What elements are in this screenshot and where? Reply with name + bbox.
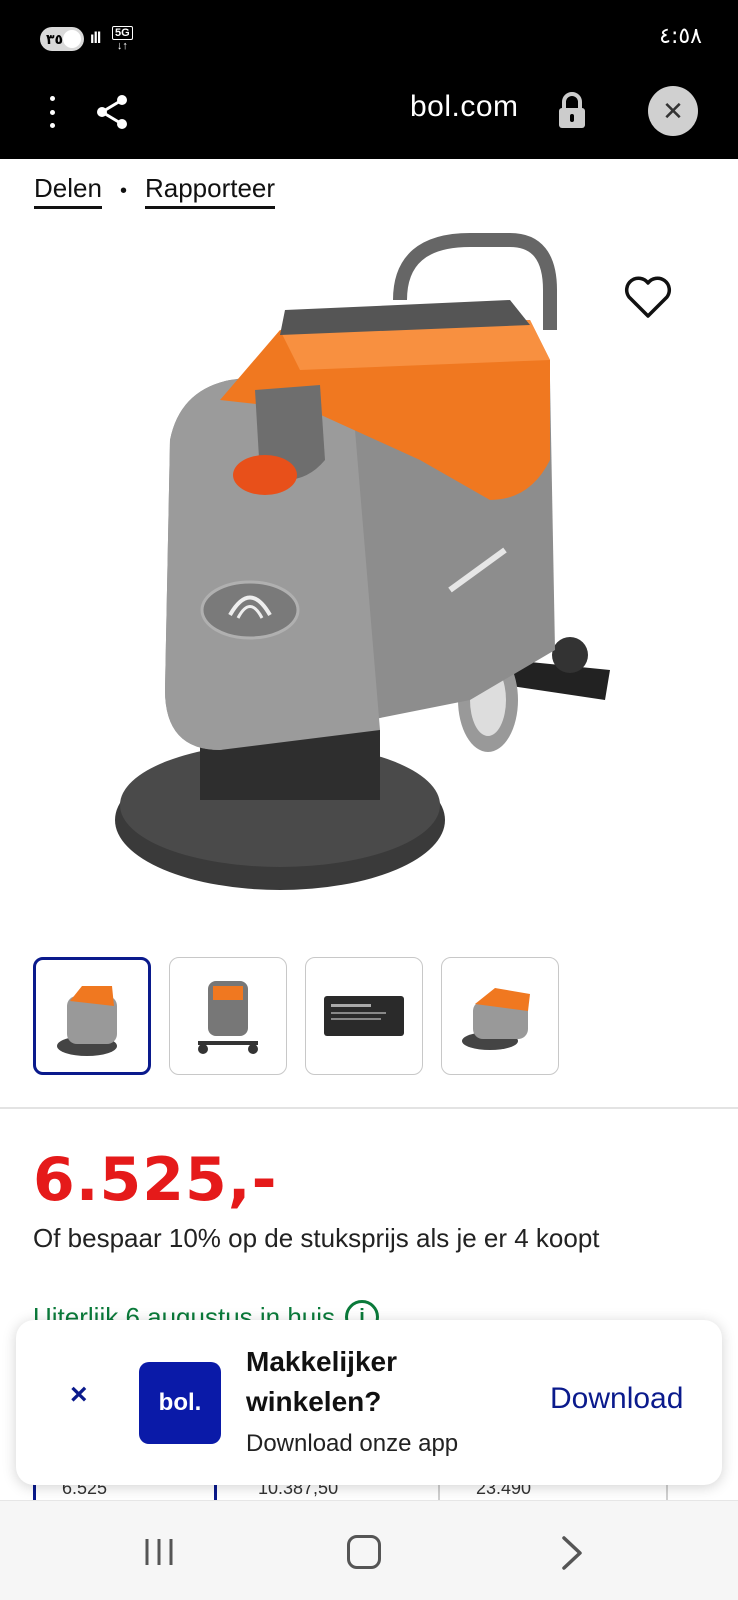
thumbnail-3[interactable] (305, 957, 423, 1075)
recent-apps-icon[interactable] (142, 1537, 176, 1567)
close-icon: ✕ (662, 95, 684, 126)
back-icon[interactable] (558, 1535, 586, 1571)
share-report-links: Delen • Rapporteer (34, 173, 276, 209)
banner-title: Makkelijker winkelen? (246, 1346, 397, 1417)
thumbnail-1[interactable] (33, 957, 151, 1075)
app-download-banner: × bol. Makkelijker winkelen? Download on… (16, 1320, 722, 1485)
lock-icon (559, 92, 585, 128)
system-nav-bar (0, 1500, 738, 1600)
share-icon[interactable] (94, 92, 130, 132)
status-pill: ٣٥ (40, 27, 84, 51)
browser-toolbar: bol.com ✕ (0, 78, 738, 159)
home-icon[interactable] (347, 1535, 381, 1569)
wishlist-heart-icon[interactable] (623, 274, 673, 320)
url-text[interactable]: bol.com (410, 90, 519, 124)
status-bar: ٣٥ ıll 5G ↓↑ ٤:٥٨ (0, 0, 738, 78)
section-divider (0, 1107, 738, 1109)
status-time: ٤:٥٨ (659, 24, 702, 49)
thumbnail-2[interactable] (169, 957, 287, 1075)
link-separator: • (119, 179, 127, 202)
close-tab-button[interactable]: ✕ (648, 86, 698, 136)
network-5g-indicator: 5G ↓↑ (112, 26, 133, 52)
status-pill-text: ٣٥ (46, 31, 64, 47)
more-vert-icon[interactable] (42, 92, 62, 132)
thumbnail-4[interactable] (441, 957, 559, 1075)
product-image[interactable] (110, 230, 630, 920)
bol-logo: bol. (139, 1362, 221, 1444)
report-link[interactable]: Rapporteer (144, 173, 276, 209)
banner-subtitle: Download onze app (246, 1430, 459, 1457)
download-button[interactable]: Download (550, 1382, 683, 1416)
bulk-offer-text: Of bespaar 10% op de stuksprijs als je e… (33, 1223, 600, 1253)
share-link[interactable]: Delen (34, 173, 102, 209)
signal-icon: ıll (90, 30, 101, 47)
product-price: 6.525,- (33, 1145, 278, 1215)
thumbnail-strip (33, 957, 559, 1075)
banner-close-button[interactable]: × (70, 1378, 88, 1412)
